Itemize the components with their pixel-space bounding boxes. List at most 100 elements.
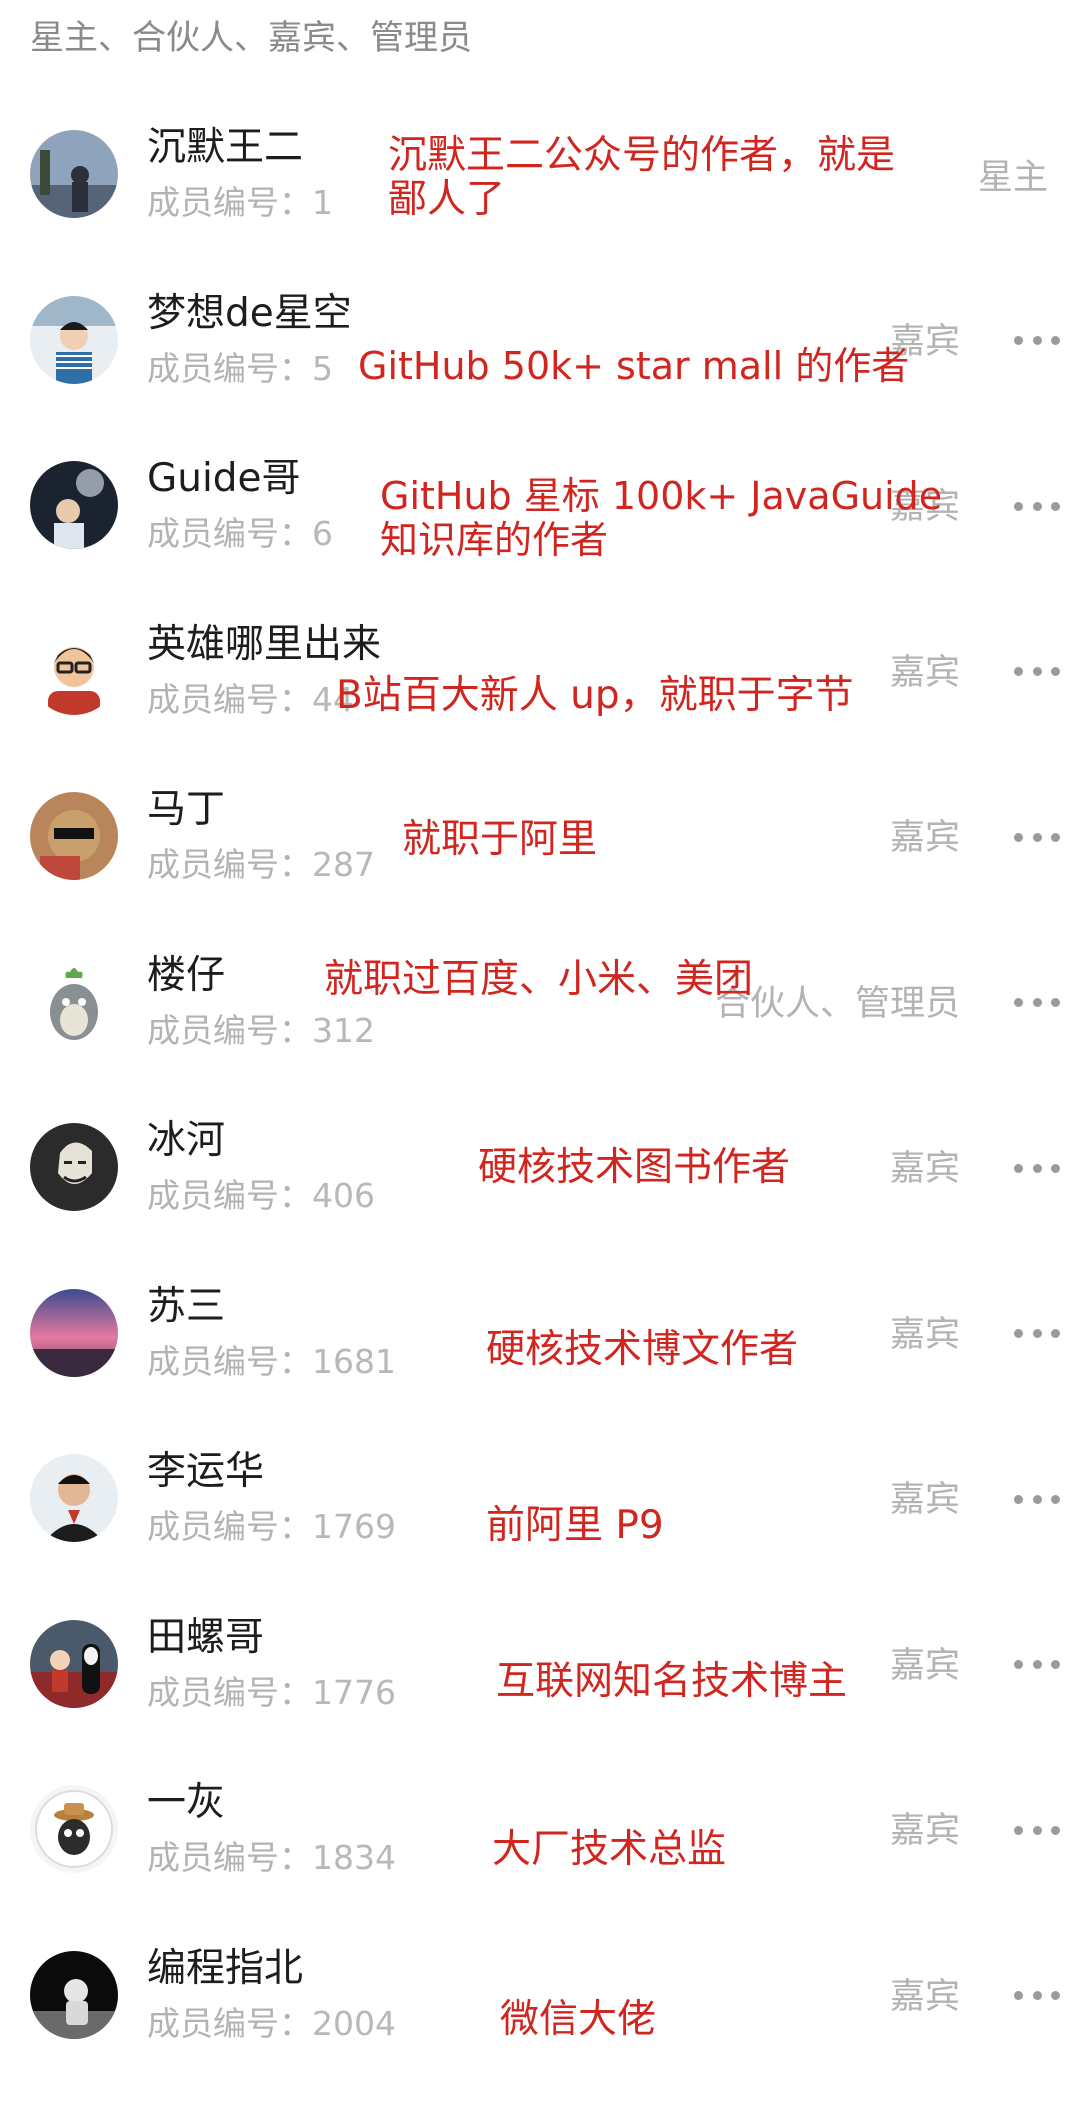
annotation-text: GitHub 50k+ star mall 的作者 [358,344,909,388]
member-name: Guide哥 [147,456,301,501]
member-row[interactable]: 编程指北 成员编号：2004 嘉宾 [0,1911,1090,2077]
member-id-number: 2004 [312,2003,396,2043]
more-dots-icon[interactable] [1014,1153,1060,1183]
member-id: 成员编号：1769 [147,1504,396,1550]
more-dots-icon[interactable] [1014,326,1060,356]
member-id: 成员编号：5 [147,346,333,392]
more-dots-icon[interactable] [1014,1815,1060,1845]
member-name: 马丁 [147,787,226,832]
more-dots-icon[interactable] [1014,1484,1060,1514]
annotation-line: 互联网知名技术博主 [496,1659,848,1704]
member-id: 成员编号：1 [147,180,333,226]
avatar[interactable] [30,1454,118,1542]
annotation-line: GitHub 星标 100k+ JavaGuide [380,474,943,518]
annotation-text: 微信大佬 [500,1998,656,2042]
annotation-line: GitHub 50k+ star mall 的作者 [358,344,910,388]
member-id: 成员编号：312 [147,1008,375,1054]
member-id-number: 5 [312,348,333,388]
member-id: 成员编号：287 [147,842,375,888]
more-dots-icon[interactable] [1014,1650,1060,1680]
member-row[interactable]: 梦想de星空 成员编号：5 嘉宾 [0,256,1090,422]
member-name: 苏三 [147,1283,226,1329]
role-badge: 嘉宾 [889,1976,960,2017]
role-badge: 嘉宾 [889,652,960,693]
avatar[interactable] [30,1288,118,1377]
role-badge: 嘉宾 [889,1811,960,1851]
more-dots-icon[interactable] [1014,988,1060,1018]
annotation-line: 沉默王二公众号的作者，就是 [388,133,896,178]
avatar[interactable] [30,957,118,1046]
member-id-prefix: 成员编号： [147,1176,312,1215]
role-badge: 嘉宾 [889,1645,960,1686]
member-id-number: 6 [312,514,333,553]
avatar[interactable] [30,1785,118,1873]
member-id-prefix: 成员编号： [147,845,312,884]
section-header: 星主、合伙人、嘉宾、管理员 [30,18,472,58]
annotation-line: 就职于阿里 [402,817,598,862]
annotation-line: 微信大佬 [500,1997,657,2042]
role-badge: 嘉宾 [889,1149,960,1189]
member-id-number: 1834 [312,1838,396,1877]
more-dots-icon[interactable] [1014,822,1060,852]
member-id-prefix: 成员编号： [147,1672,312,1712]
avatar[interactable] [30,1619,118,1708]
role-badge: 嘉宾 [889,1314,960,1355]
member-id-prefix: 成员编号： [147,514,312,553]
role-badge: 嘉宾 [889,818,960,858]
avatar[interactable] [30,295,118,384]
member-row[interactable]: 英雄哪里出来 成员编号：44 嘉宾 [0,587,1090,753]
annotation-line: 大厂技术总监 [492,1827,727,1872]
annotation-line: 鄙人了 [388,177,506,222]
member-name: 编程指北 [147,1945,304,1991]
member-id-prefix: 成员编号： [147,348,312,388]
annotation-line: 硬核技术图书作者 [478,1145,791,1190]
member-id-number: 312 [312,1010,375,1050]
member-id-number: 406 [312,1176,375,1215]
avatar[interactable] [30,626,118,715]
member-name: 楼仔 [147,952,226,998]
annotation-text: 就职过百度、小米、美团 [324,958,753,1002]
annotation-text: 就职于阿里 [402,818,597,862]
member-name: 冰河 [147,1118,226,1163]
member-id: 成员编号：44 [147,677,354,723]
member-name: 梦想de星空 [147,290,352,336]
member-id: 成员编号：1681 [147,1339,396,1385]
member-name: 李运华 [147,1449,265,1494]
annotation-line: 前阿里 P9 [486,1503,664,1548]
member-name: 田螺哥 [147,1614,265,1660]
member-id-prefix: 成员编号： [147,1341,312,1381]
member-id: 成员编号：406 [147,1173,375,1219]
annotation-text: 大厂技术总监 [492,1828,726,1872]
member-row[interactable]: 李运华 成员编号：1769 嘉宾 [0,1414,1090,1580]
member-id-number: 1769 [312,1507,396,1546]
more-dots-icon[interactable] [1014,1981,1060,2011]
annotation-text: 硬核技术图书作者 [478,1146,790,1190]
member-id-prefix: 成员编号： [147,2003,312,2043]
avatar[interactable] [30,130,118,218]
member-id-prefix: 成员编号： [147,1507,312,1546]
member-id: 成员编号：1776 [147,1670,396,1716]
annotation-text: 沉默王二公众号的作者，就是 鄙人了 [388,134,895,222]
annotation-line: B站百大新人 up，就职于字节 [336,673,854,718]
avatar[interactable] [30,461,118,549]
avatar[interactable] [30,1123,118,1211]
member-id-number: 1776 [312,1672,396,1712]
member-id: 成员编号：1834 [147,1835,396,1881]
annotation-text: 互联网知名技术博主 [496,1660,847,1704]
member-id-prefix: 成员编号： [147,1838,312,1877]
avatar[interactable] [30,1950,118,2039]
member-id-prefix: 成员编号： [147,1010,312,1050]
member-id-prefix: 成员编号： [147,183,312,222]
more-dots-icon[interactable] [1014,1319,1060,1349]
avatar[interactable] [30,792,118,880]
member-name: 英雄哪里出来 [147,621,382,667]
annotation-text: GitHub 星标 100k+ JavaGuide 知识库的作者 [380,474,942,562]
member-id-number: 1 [312,183,333,222]
annotation-line: 硬核技术博文作者 [486,1327,799,1372]
more-dots-icon[interactable] [1014,491,1060,521]
annotation-text: B站百大新人 up，就职于字节 [336,674,854,718]
annotation-text: 前阿里 P9 [486,1504,664,1548]
more-dots-icon[interactable] [1014,657,1060,687]
annotation-line: 知识库的作者 [380,518,609,562]
member-id-number: 287 [312,845,375,884]
